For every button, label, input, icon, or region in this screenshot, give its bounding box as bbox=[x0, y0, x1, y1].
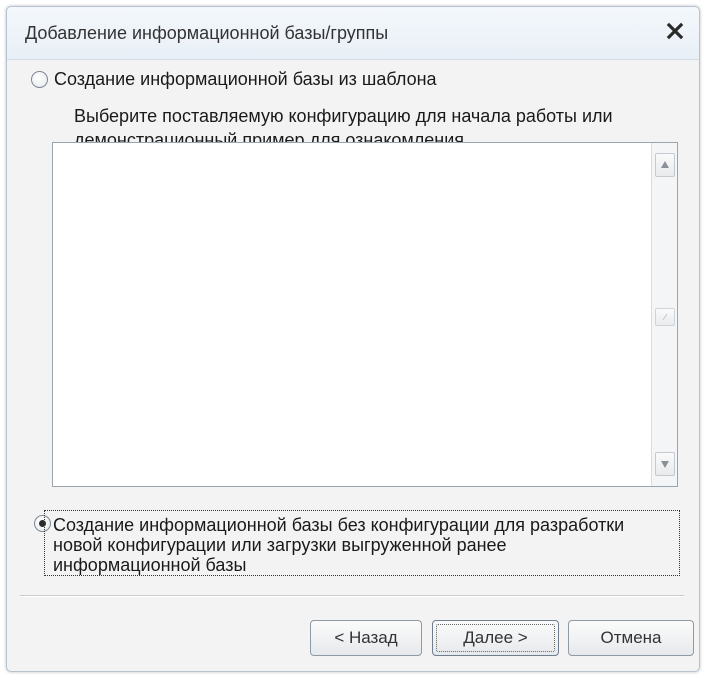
cancel-button[interactable]: Отмена bbox=[568, 620, 694, 656]
scroll-up-button[interactable] bbox=[655, 153, 675, 177]
grip-icon bbox=[662, 313, 668, 321]
option-template-label[interactable]: Создание информационной базы из шаблона bbox=[54, 67, 437, 91]
scroll-down-button[interactable] bbox=[655, 452, 675, 476]
back-button[interactable]: < Назад bbox=[310, 620, 422, 656]
list-scrollbar[interactable] bbox=[651, 143, 677, 486]
arrow-down-icon bbox=[661, 461, 669, 468]
arrow-up-icon bbox=[661, 161, 669, 168]
title-bar: Добавление информационной базы/группы bbox=[7, 7, 699, 60]
close-icon[interactable] bbox=[663, 19, 687, 43]
configuration-template-list[interactable] bbox=[52, 142, 678, 487]
next-button[interactable]: Далее > bbox=[432, 620, 559, 656]
template-description-line-1: Выберите поставляемую конфигурацию для н… bbox=[74, 106, 613, 126]
cancel-button-label: Отмена bbox=[600, 628, 662, 647]
scroll-thumb[interactable] bbox=[655, 308, 675, 326]
option-empty-line-3: информационной базы bbox=[53, 555, 247, 575]
radio-create-from-template[interactable] bbox=[31, 71, 48, 88]
footer-separator bbox=[20, 595, 684, 597]
option-empty-focus-frame[interactable]: Создание информационной базы без конфигу… bbox=[44, 510, 680, 576]
dialog-title: Добавление информационной базы/группы bbox=[25, 23, 389, 43]
focus-indicator bbox=[436, 624, 555, 652]
back-button-label: < Назад bbox=[334, 628, 398, 647]
